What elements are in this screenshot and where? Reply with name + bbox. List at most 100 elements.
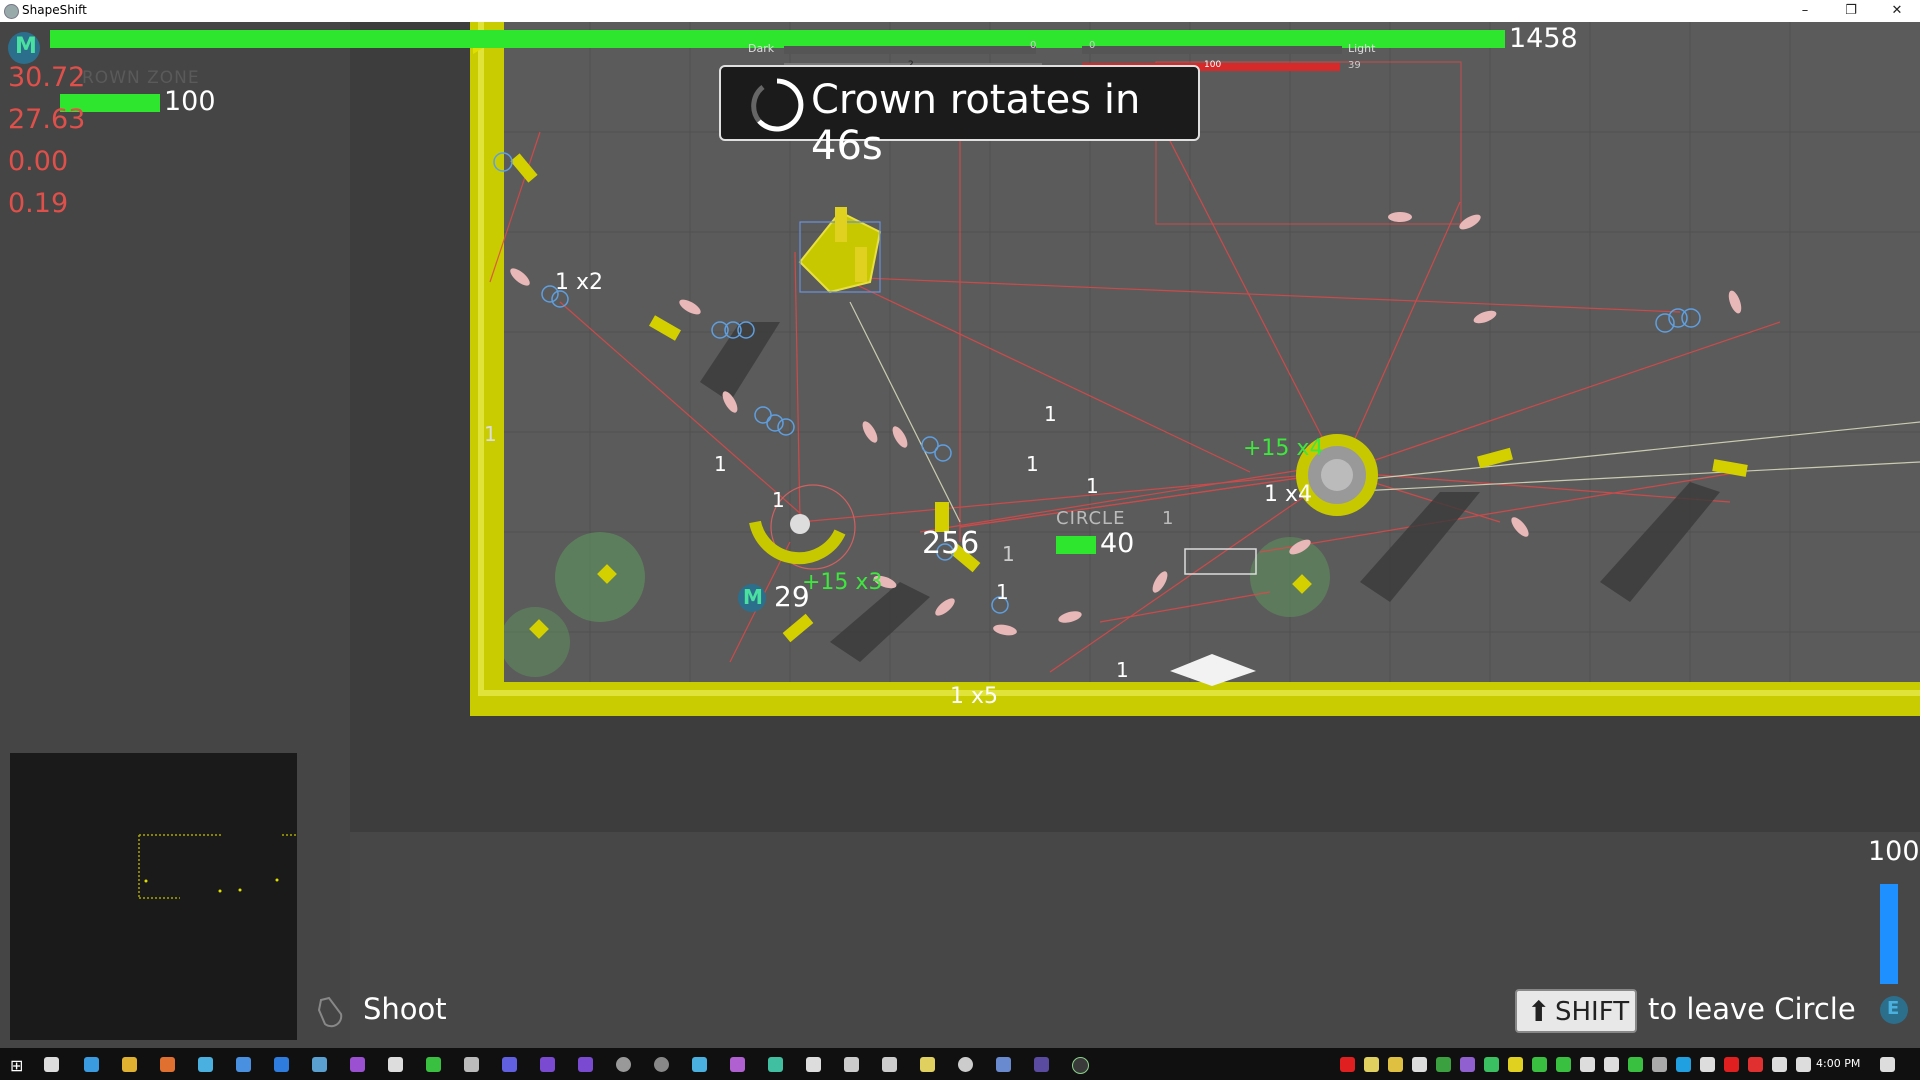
volume-icon[interactable]: [1700, 1057, 1715, 1072]
taskbar-app-icon[interactable]: [236, 1057, 251, 1072]
damage-number: 1: [1086, 474, 1099, 498]
minimap[interactable]: [10, 753, 297, 1040]
light-meter: [1082, 46, 1342, 54]
zone-label: ROWN ZONE: [82, 68, 200, 88]
damage-number: 1: [1026, 452, 1039, 476]
taskbar-app-icon[interactable]: [426, 1057, 441, 1072]
taskbar-app-icon[interactable]: [84, 1057, 99, 1072]
light-label: Light: [1348, 42, 1376, 55]
shift-key: ⬆ SHIFT: [1515, 989, 1637, 1033]
light-meter-value: 0: [1089, 40, 1096, 51]
dark-meter: [784, 46, 1036, 54]
taskbar-app-icon[interactable]: [654, 1057, 669, 1072]
taskbar-app-icon[interactable]: [920, 1057, 935, 1072]
start-button[interactable]: ⊞: [10, 1056, 23, 1075]
tray-icon[interactable]: [1652, 1057, 1667, 1072]
tray-icon[interactable]: [1484, 1057, 1499, 1072]
tray-icon[interactable]: [1772, 1057, 1787, 1072]
leave-circle-hint: to leave Circle: [1648, 992, 1856, 1026]
tray-icon[interactable]: [1628, 1057, 1643, 1072]
taskbar-app-icon[interactable]: [198, 1057, 213, 1072]
shapeshift-taskbar-icon[interactable]: [1072, 1057, 1089, 1074]
tray-icon[interactable]: [1436, 1057, 1451, 1072]
taskbar-app-icon[interactable]: [350, 1057, 365, 1072]
tray-icon[interactable]: [1388, 1057, 1403, 1072]
score-value: 1458: [1509, 23, 1578, 54]
damage-number: 1: [1116, 658, 1129, 682]
taskbar-app-icon[interactable]: [616, 1057, 631, 1072]
bottom-wall: [470, 682, 1920, 716]
damage-number: 1: [714, 452, 727, 476]
ability-icon: E: [1880, 996, 1908, 1024]
crown-banner: Crown rotates in 46s: [719, 65, 1200, 169]
taskbar-app-icon[interactable]: [540, 1057, 555, 1072]
taskbar-app-icon[interactable]: [806, 1057, 821, 1072]
dark-label: Dark: [748, 42, 775, 55]
tray-icon[interactable]: [1532, 1057, 1547, 1072]
player-bonus-label: +15 x3: [802, 570, 883, 595]
circle-health-value: 40: [1100, 528, 1135, 559]
player-badge-icon: M: [8, 32, 40, 64]
damage-number: 1: [772, 488, 785, 512]
green-zone: [1250, 537, 1330, 617]
taskbar-app-icon[interactable]: [844, 1057, 859, 1072]
taskbar-app-icon[interactable]: [388, 1057, 403, 1072]
tray-icon[interactable]: [1604, 1057, 1619, 1072]
game-viewport[interactable]: 1458 Dark Light 0 0 2 100 39 Crown rotat…: [0, 22, 1920, 1048]
green-zone: [555, 532, 645, 622]
network-icon[interactable]: [1796, 1057, 1811, 1072]
clock[interactable]: 4:00 PM: [1816, 1057, 1860, 1070]
taskbar-app-icon[interactable]: [730, 1057, 745, 1072]
shift-key-label: SHIFT: [1555, 997, 1630, 1027]
tray-icon[interactable]: [1676, 1057, 1691, 1072]
tray-icon[interactable]: [1508, 1057, 1523, 1072]
multiplier-label: 1 x4: [1264, 482, 1313, 507]
tray-icon[interactable]: [1364, 1057, 1379, 1072]
taskbar-app-icon[interactable]: [312, 1057, 327, 1072]
arena-floor: [490, 22, 1920, 682]
tray-icon[interactable]: [1748, 1057, 1763, 1072]
circle-label: CIRCLE: [1056, 508, 1126, 529]
crown-banner-text: Crown rotates in 46s: [811, 77, 1141, 169]
taskbar-app-icon[interactable]: [958, 1057, 973, 1072]
loading-spinner-icon: [751, 78, 804, 132]
taskbar-app-icon[interactable]: [882, 1057, 897, 1072]
center-value: 256: [922, 526, 980, 561]
restore-button[interactable]: ❐: [1828, 0, 1874, 22]
stat-line-4: 0.19: [8, 188, 69, 219]
taskbar-app-icon[interactable]: [122, 1057, 137, 1072]
notification-icon[interactable]: [1880, 1057, 1895, 1072]
multiplier-label: 1 x5: [950, 684, 999, 709]
close-button[interactable]: ✕: [1874, 0, 1920, 22]
tray-icon[interactable]: [1580, 1057, 1595, 1072]
dark-meter-value: 0: [1030, 40, 1037, 51]
taskbar: ⊞ 4:00 PM: [0, 1048, 1920, 1080]
taskbar-app-icon[interactable]: [274, 1057, 289, 1072]
left-wall: [470, 22, 504, 698]
shoot-hint: Shoot: [363, 992, 447, 1026]
taskbar-app-icon[interactable]: [160, 1057, 175, 1072]
tray-icon[interactable]: [1412, 1057, 1427, 1072]
minimize-button[interactable]: –: [1782, 0, 1828, 22]
tray-icon[interactable]: [1340, 1057, 1355, 1072]
taskbar-app-icon[interactable]: [1034, 1057, 1049, 1072]
tray-icon[interactable]: [1460, 1057, 1475, 1072]
task-view-icon[interactable]: [44, 1057, 59, 1072]
tray-icon[interactable]: [1556, 1057, 1571, 1072]
green-zone: [500, 607, 570, 677]
player-marker-icon: M: [738, 584, 766, 612]
circle-health-bar: [1056, 536, 1096, 554]
multiplier-label: 1 x2: [555, 270, 604, 295]
taskbar-app-icon[interactable]: [464, 1057, 479, 1072]
taskbar-app-icon[interactable]: [578, 1057, 593, 1072]
taskbar-app-icon[interactable]: [996, 1057, 1011, 1072]
taskbar-app-icon[interactable]: [502, 1057, 517, 1072]
player-score: 29: [774, 580, 810, 613]
tray-icon[interactable]: [1724, 1057, 1739, 1072]
stat-line-3: 0.00: [8, 146, 69, 177]
stat-line-1: 30.72: [8, 62, 86, 93]
taskbar-app-icon[interactable]: [692, 1057, 707, 1072]
app-icon: [4, 4, 19, 19]
stat-line-2: 27.63: [8, 104, 86, 135]
taskbar-app-icon[interactable]: [768, 1057, 783, 1072]
